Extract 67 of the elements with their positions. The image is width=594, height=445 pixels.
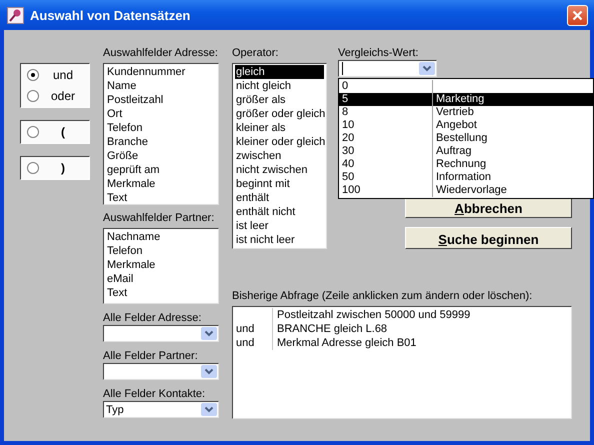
action-button[interactable]: Suche beginnen [405, 227, 572, 249]
list-item[interactable]: Kundennummer [106, 65, 216, 79]
combo-box[interactable]: Typ [103, 401, 219, 418]
radio-button[interactable] [27, 162, 39, 174]
query-connector: und [233, 322, 273, 336]
list-item[interactable]: ist nicht leer [235, 233, 324, 247]
list-item[interactable]: Ort [106, 107, 216, 121]
radio-label: und [52, 68, 74, 82]
dropdown-option[interactable]: 40 Rechnung [339, 158, 593, 171]
combo-box[interactable] [338, 60, 437, 77]
list-item[interactable]: nicht gleich [235, 79, 324, 93]
list-item[interactable]: Merkmale [106, 258, 216, 272]
combo-box[interactable] [103, 325, 219, 342]
field-label: Vergleichs-Wert: [338, 46, 420, 60]
list-item[interactable]: Text [106, 286, 216, 300]
list-item[interactable]: enthält [235, 191, 324, 205]
list-item[interactable]: Text [106, 191, 216, 205]
list-item[interactable]: gleich [235, 65, 324, 79]
radio-button[interactable] [27, 69, 39, 81]
query-connector: und [233, 336, 273, 350]
dropdown-option[interactable]: 100 Wiedervorlage [339, 184, 593, 197]
query-condition[interactable]: Postleitzahl zwischen 50000 und 59999 [273, 308, 470, 322]
list-item[interactable]: Nachname [106, 230, 216, 244]
field-label: Alle Felder Adresse: [103, 311, 202, 325]
text-cursor [342, 62, 343, 75]
field-label: Auswahlfelder Partner: [103, 211, 216, 225]
list-item[interactable]: Branche [106, 135, 216, 149]
list-item[interactable]: größer oder gleich [235, 107, 324, 121]
radio-label: ) [60, 161, 66, 175]
field-label: Alle Felder Kontakte: [103, 387, 206, 401]
list-item[interactable]: Telefon [106, 244, 216, 258]
list-item[interactable]: enthält nicht [235, 205, 324, 219]
dropdown-option[interactable]: 30 Auftrag [339, 145, 593, 158]
list-item[interactable]: kleiner als [235, 121, 324, 135]
key-icon [7, 6, 24, 24]
list-item[interactable]: geprüft am [106, 163, 216, 177]
list-item[interactable]: ist leer [235, 219, 324, 233]
list-item[interactable]: eMail [106, 272, 216, 286]
dropdown-option[interactable]: 5 Marketing [339, 93, 593, 106]
list-item[interactable]: beginnt mit [235, 177, 324, 191]
list-item[interactable]: nicht zwischen [235, 163, 324, 177]
query-condition[interactable]: Merkmal Adresse gleich B01 [273, 336, 416, 350]
radio-button[interactable] [27, 126, 39, 138]
field-label: Bisherige Abfrage (Zeile anklicken zum ändern oder löschen): [232, 289, 534, 303]
query-condition[interactable]: BRANCHE gleich L.68 [273, 322, 388, 336]
radio-button[interactable] [27, 90, 39, 102]
list-item[interactable]: größer als [235, 93, 324, 107]
close-icon [572, 10, 583, 20]
radio-label: oder [50, 89, 76, 103]
radio-label: ( [60, 125, 66, 139]
field-label: Alle Felder Partner: [103, 349, 199, 363]
list-item[interactable]: Größe [106, 149, 216, 163]
list-item[interactable]: Name [106, 79, 216, 93]
list-item[interactable]: Merkmale [106, 177, 216, 191]
field-label: Operator: [232, 46, 280, 60]
dropdown-option[interactable]: 20 Bestellung [339, 132, 593, 145]
dropdown-option[interactable]: 8 Vertrieb [339, 106, 593, 119]
window-title: Auswahl von Datensätzen [30, 8, 192, 22]
field-label: Auswahlfelder Adresse: [103, 46, 219, 60]
combo-box[interactable] [103, 363, 219, 380]
list-item[interactable]: Telefon [106, 121, 216, 135]
dropdown-option[interactable]: 10 Angebot [339, 119, 593, 132]
list-item[interactable]: zwischen [235, 149, 324, 163]
list-item[interactable]: kleiner oder gleich [235, 135, 324, 149]
dropdown-option[interactable]: 50 Information [339, 171, 593, 184]
list-item[interactable]: Postleitzahl [106, 93, 216, 107]
close-button[interactable] [567, 4, 588, 26]
